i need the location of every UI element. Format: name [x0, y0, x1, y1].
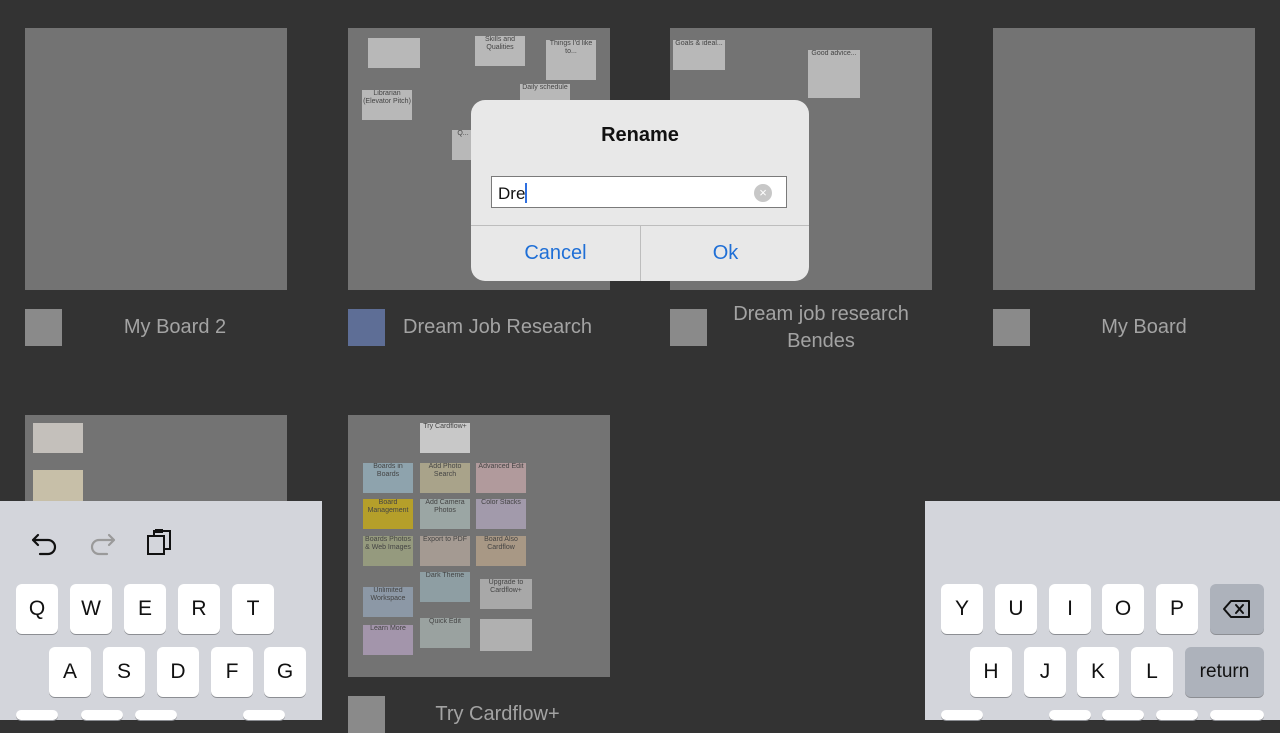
key-t[interactable]: T — [232, 584, 274, 634]
board-thumbnail-my-board[interactable] — [993, 28, 1255, 290]
rename-dialog: Rename Dre × Cancel Ok — [471, 100, 809, 281]
key-p[interactable]: P — [1156, 584, 1198, 634]
key-d[interactable]: D — [157, 647, 199, 697]
keyboard-key[interactable] — [1049, 710, 1091, 720]
key-e[interactable]: E — [124, 584, 166, 634]
mini-card: Add Photo Search — [420, 463, 470, 493]
mini-card: Board Also Cardflow — [476, 536, 526, 566]
key-u[interactable]: U — [995, 584, 1037, 634]
mini-card: Boards in Boards — [363, 463, 413, 493]
key-s[interactable]: S — [103, 647, 145, 697]
keyboard-key[interactable] — [81, 710, 123, 720]
board-thumbnail-untitled[interactable] — [25, 415, 287, 515]
mini-card: Things I'd like to... — [546, 40, 596, 80]
keyboard-key[interactable] — [243, 710, 285, 720]
board-thumbnail-my-board-2[interactable] — [25, 28, 287, 290]
mini-card: Skills and Qualities — [475, 36, 525, 66]
board-title-line-1: Dream job research — [733, 303, 909, 325]
key-f[interactable]: F — [211, 647, 253, 697]
mini-card: Librarian (Elevator Pitch) — [362, 90, 412, 120]
mini-card — [480, 619, 532, 651]
ok-button[interactable]: Ok — [641, 226, 809, 281]
keyboard-key[interactable] — [135, 710, 177, 720]
mini-card: Advanced Edit — [476, 463, 526, 493]
return-key[interactable]: return — [1185, 647, 1264, 697]
keyboard-key[interactable] — [16, 710, 58, 720]
mini-card — [33, 470, 83, 505]
mini-card: Quick Edit — [420, 618, 470, 648]
undo-icon[interactable] — [30, 527, 60, 557]
mini-card: Learn More — [363, 625, 413, 655]
board-thumbnail-try-cardflow[interactable]: Try Cardflow+ Boards in Boards Add Photo… — [348, 415, 610, 677]
board-title-line-2: Bendes — [787, 330, 855, 352]
keyboard-key[interactable] — [1102, 710, 1144, 720]
mini-card: Goals & ideal... — [673, 40, 725, 70]
backspace-key[interactable] — [1210, 584, 1264, 634]
board-color-swatch — [348, 696, 385, 733]
mini-card: Dark Theme — [420, 572, 470, 602]
key-k[interactable]: K — [1077, 647, 1119, 697]
redo-icon[interactable] — [87, 527, 117, 557]
mini-card: Try Cardflow+ — [420, 423, 470, 453]
key-y[interactable]: Y — [941, 584, 983, 634]
board-title: Try Cardflow+ — [435, 703, 560, 725]
clear-circle-icon[interactable]: × — [754, 184, 772, 202]
key-a[interactable]: A — [49, 647, 91, 697]
paste-icon[interactable] — [145, 527, 175, 557]
key-l[interactable]: L — [1131, 647, 1173, 697]
board-color-swatch — [25, 309, 62, 346]
mini-card: Good advice... — [808, 50, 860, 98]
keyboard-key[interactable] — [1210, 710, 1264, 720]
board-title: Dream Job Research — [403, 316, 592, 338]
key-o[interactable]: O — [1102, 584, 1144, 634]
key-j[interactable]: J — [1024, 647, 1066, 697]
key-r[interactable]: R — [178, 584, 220, 634]
mini-card — [368, 38, 420, 68]
key-q[interactable]: Q — [16, 584, 58, 634]
text-caret — [525, 183, 528, 203]
cancel-button[interactable]: Cancel — [471, 226, 640, 281]
mini-card: Add Camera Photos — [420, 499, 470, 529]
key-i[interactable]: I — [1049, 584, 1091, 634]
mini-card: Board Management — [363, 499, 413, 529]
keyboard-key[interactable] — [1156, 710, 1198, 720]
mini-card: Color Stacks — [476, 499, 526, 529]
key-w[interactable]: W — [70, 584, 112, 634]
dialog-title: Rename — [601, 124, 679, 146]
mini-card: Unlimited Workspace — [363, 587, 413, 617]
keyboard-key[interactable] — [941, 710, 983, 720]
board-color-swatch — [993, 309, 1030, 346]
mini-card: Export to PDF — [420, 536, 470, 566]
board-color-swatch — [670, 309, 707, 346]
board-color-swatch — [348, 309, 385, 346]
mini-card — [33, 423, 83, 453]
rename-input[interactable]: Dre × — [491, 176, 787, 208]
key-h[interactable]: H — [970, 647, 1012, 697]
rename-input-value: Dre — [498, 184, 526, 203]
backspace-icon — [1223, 600, 1250, 618]
key-g[interactable]: G — [264, 647, 306, 697]
mini-card: Boards Photos & Web Images — [363, 536, 413, 566]
board-title: My Board — [1101, 316, 1187, 338]
board-title: My Board 2 — [123, 316, 227, 338]
mini-card: Upgrade to Cardflow+ — [480, 579, 532, 609]
